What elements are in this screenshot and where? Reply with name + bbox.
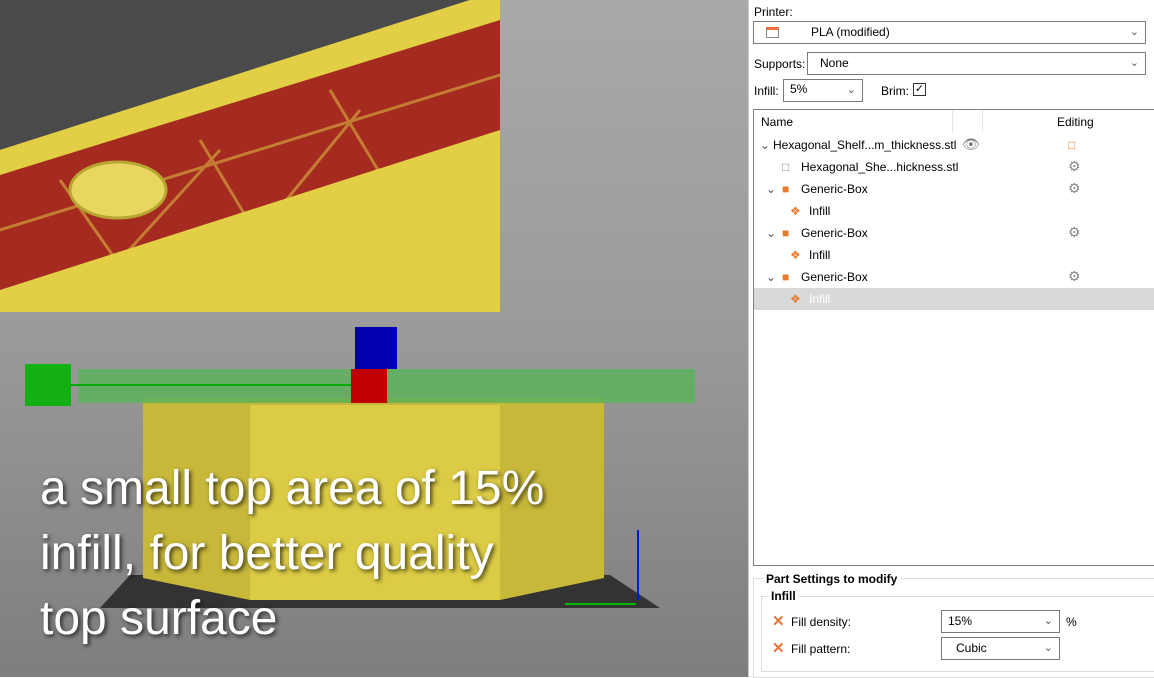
fill-pattern-label: Fill pattern:	[791, 642, 851, 656]
row-label: Infill	[809, 248, 831, 262]
modifier-icon: ■	[782, 182, 790, 196]
tree-row-settings[interactable]: ❖ Infill	[754, 244, 1154, 266]
chevron-down-icon: ⌄	[1129, 26, 1139, 38]
3d-viewport[interactable]: a small top area of 15% infill, for bett…	[0, 0, 748, 677]
gear-icon[interactable]: ⚙	[1068, 180, 1081, 197]
chevron-down-icon: ⌄	[846, 84, 856, 96]
supports-label: Supports:	[754, 57, 806, 71]
gear-icon[interactable]: ⚙	[1068, 268, 1081, 285]
row-label: Infill	[809, 204, 831, 218]
part-settings-title: Part Settings to modify	[763, 572, 901, 586]
modifier-icon: ■	[782, 226, 790, 240]
caption-line: infill, for better quality	[40, 527, 494, 580]
infill-label: Infill:	[754, 84, 779, 98]
video-caption: a small top area of 15% infill, for bett…	[40, 456, 544, 651]
chevron-down-icon: ⌄	[1043, 642, 1053, 654]
infill-icon: ❖	[790, 248, 801, 262]
infill-icon: ❖	[790, 292, 801, 306]
row-label: Hexagonal_She...hickness.stl	[801, 160, 959, 174]
add-part-icon[interactable]: □	[1068, 138, 1075, 152]
fill-density-unit: %	[1066, 615, 1077, 629]
chevron-down-icon: ⌄	[766, 226, 777, 240]
fill-density-label: Fill density:	[791, 615, 852, 629]
supports-select[interactable]: None ⌄	[807, 52, 1146, 75]
infill-group-title: Infill	[769, 589, 798, 603]
row-label: Generic-Box	[801, 270, 868, 284]
row-label: Generic-Box	[801, 182, 868, 196]
tree-row-settings-selected[interactable]: ❖ Infill	[754, 288, 1154, 310]
printer-icon	[766, 27, 779, 38]
tree-row-modifier[interactable]: ⌄ ■ Generic-Box ⚙	[754, 178, 1154, 200]
eye-icon[interactable]: 👁	[962, 136, 980, 153]
caption-line: top surface	[40, 592, 278, 645]
chevron-down-icon: ⌄	[1129, 57, 1139, 69]
sidebar-panel: Printer: PLA (modified) ⌄ Supports: None…	[748, 0, 1154, 678]
fill-density-select[interactable]: 15% ⌄	[941, 610, 1060, 633]
row-label: Generic-Box	[801, 226, 868, 240]
modifier-icon: ■	[782, 270, 790, 284]
object-list[interactable]: Name Editing ⌄ Hexagonal_Shelf...m_thick…	[753, 109, 1154, 566]
tree-row-settings[interactable]: ❖ Infill	[754, 200, 1154, 222]
chevron-down-icon: ⌄	[1043, 615, 1053, 627]
remove-setting-icon[interactable]: ✕	[772, 639, 785, 657]
fill-density-value: 15%	[948, 614, 973, 628]
supports-value: None	[820, 56, 849, 70]
tree-row-object[interactable]: ⌄ Hexagonal_Shelf...m_thickness.stl 👁 □	[754, 134, 1154, 156]
remove-setting-icon[interactable]: ✕	[772, 612, 785, 630]
gear-icon[interactable]: ⚙	[1068, 224, 1081, 241]
caption-line: a small top area of 15%	[40, 462, 545, 515]
printer-label: Printer:	[754, 5, 793, 19]
tree-row-modifier[interactable]: ⌄ ■ Generic-Box ⚙	[754, 222, 1154, 244]
printer-value: PLA (modified)	[811, 25, 890, 39]
layer-preview-inset	[0, 0, 501, 312]
fill-pattern-value: Cubic	[956, 641, 987, 655]
tree-row-modifier[interactable]: ⌄ ■ Generic-Box ⚙	[754, 266, 1154, 288]
infill-value: 5%	[790, 82, 808, 96]
tree-row-part[interactable]: □ Hexagonal_She...hickness.stl ⚙	[754, 156, 1154, 178]
row-label: Infill	[809, 292, 831, 306]
infill-icon: ❖	[790, 204, 801, 218]
part-icon: □	[782, 160, 790, 174]
column-name: Name	[761, 115, 794, 129]
infill-group	[761, 596, 1154, 672]
fill-pattern-select[interactable]: Cubic ⌄	[941, 637, 1060, 660]
brim-checkbox[interactable]: ✓	[913, 83, 926, 96]
infill-select[interactable]: 5% ⌄	[783, 79, 863, 102]
brim-label: Brim:	[881, 84, 909, 98]
gear-icon[interactable]: ⚙	[1068, 158, 1081, 175]
column-editing: Editing	[1057, 115, 1094, 129]
printer-select[interactable]: PLA (modified) ⌄	[753, 21, 1146, 44]
chevron-down-icon: ⌄	[766, 270, 777, 284]
chevron-down-icon: ⌄	[760, 138, 771, 152]
chevron-down-icon: ⌄	[766, 182, 777, 196]
row-label: Hexagonal_Shelf...m_thickness.stl	[773, 138, 957, 152]
